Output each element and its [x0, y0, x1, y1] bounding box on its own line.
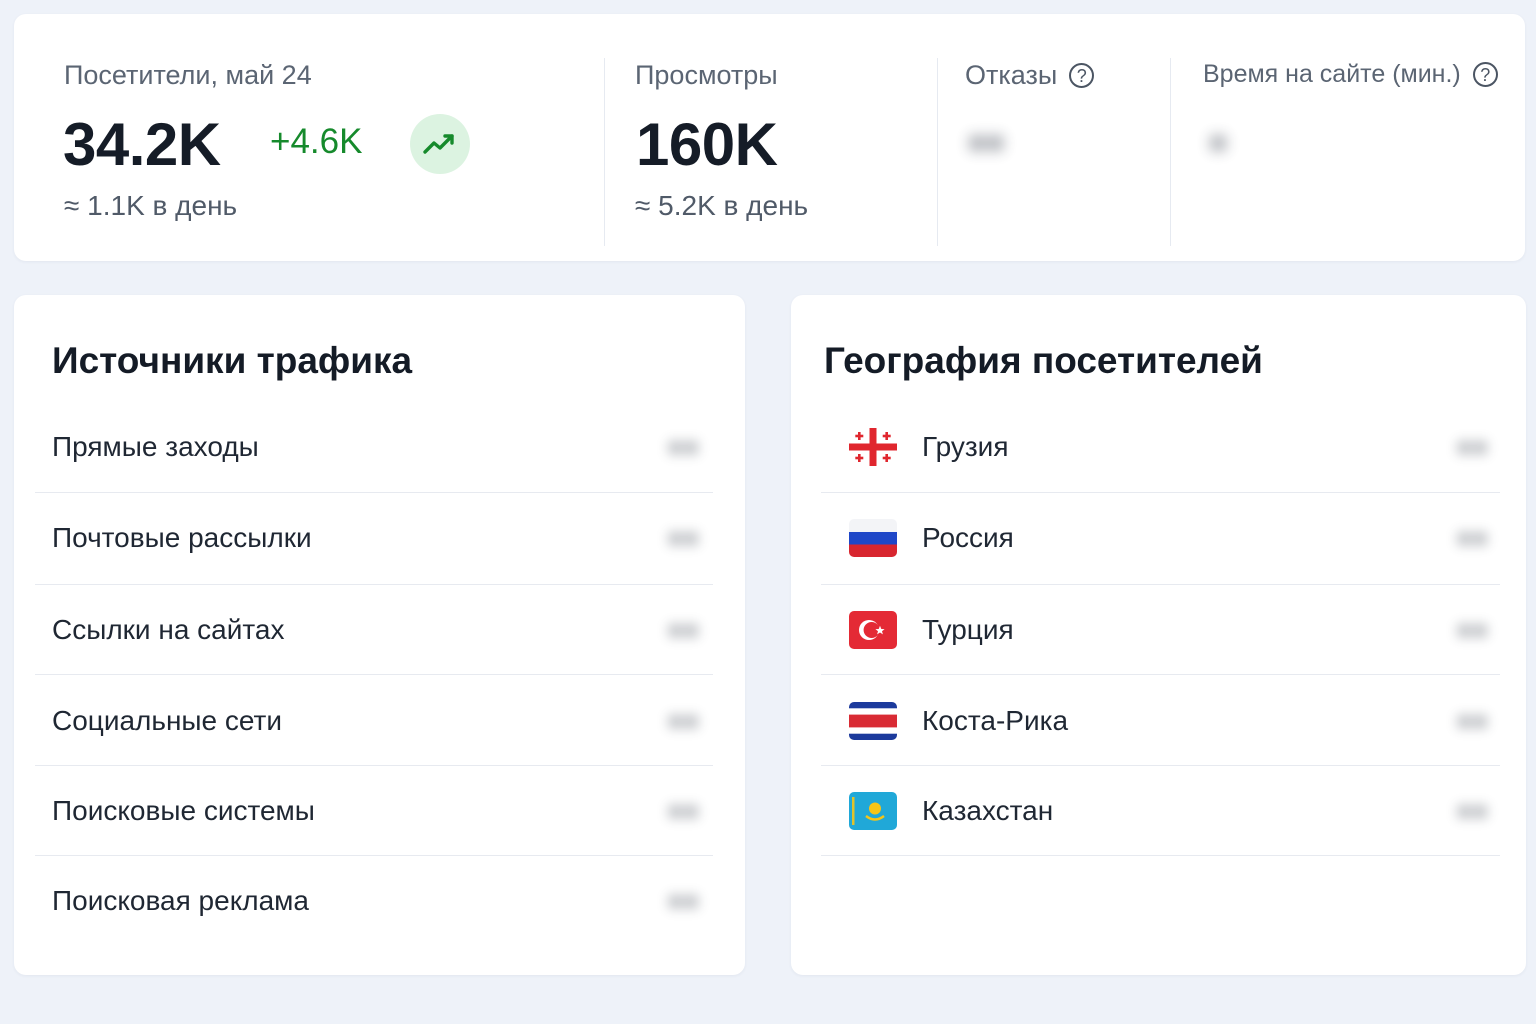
geo-value-redacted: ■■ — [1456, 795, 1488, 826]
traffic-source-label: Социальные сети — [52, 705, 283, 736]
geography-title: География посетителей — [824, 340, 1263, 381]
traffic-source-row[interactable]: Поисковая реклама ■■ — [35, 856, 713, 946]
traffic-source-value-redacted: ■■ — [667, 795, 699, 826]
traffic-source-label: Поисковые системы — [52, 795, 315, 826]
geo-row[interactable]: Коста-Рика ■■ — [821, 676, 1500, 766]
geo-value-redacted: ■■ — [1456, 522, 1488, 553]
traffic-source-row[interactable]: Социальные сети ■■ — [35, 676, 713, 766]
visitors-value: 34.2K — [63, 111, 221, 178]
traffic-source-row[interactable]: Поисковые системы ■■ — [35, 766, 713, 856]
time-on-site-label: Время на сайте (мин.) ? — [1203, 60, 1498, 89]
row-divider — [35, 674, 713, 675]
traffic-sources-title: Источники трафика — [52, 340, 413, 381]
views-value: 160K — [636, 111, 778, 178]
geo-row[interactable]: Грузия ■■ — [821, 402, 1500, 492]
question-circle-icon[interactable]: ? — [1069, 63, 1095, 88]
bounces-label: Отказы ? — [965, 60, 1095, 91]
traffic-source-label: Поисковая реклама — [52, 885, 309, 916]
visitors-per-day: ≈ 1.1K в день — [64, 190, 238, 221]
geo-country-label: Казахстан — [922, 795, 1054, 826]
views-label: Просмотры — [635, 60, 778, 90]
geo-country-label: Турция — [922, 614, 1014, 645]
geo-row[interactable]: Россия ■■ — [821, 493, 1500, 583]
russia-flag-icon — [849, 519, 897, 557]
question-circle-icon[interactable]: ? — [1472, 62, 1498, 87]
time-on-site-label-text: Время на сайте (мин.) — [1203, 60, 1461, 88]
bounces-label-text: Отказы — [965, 60, 1058, 90]
visitors-label: Посетители, май 24 — [64, 60, 312, 90]
geo-value-redacted: ■■ — [1456, 431, 1488, 462]
geo-row[interactable]: Турция ■■ — [821, 585, 1500, 675]
geo-country-label: Коста-Рика — [922, 705, 1069, 736]
geo-value-redacted: ■■ — [1456, 705, 1488, 736]
costa-rica-flag-icon — [849, 702, 897, 740]
traffic-source-value-redacted: ■■ — [667, 705, 699, 736]
traffic-source-label: Почтовые рассылки — [52, 522, 312, 553]
kazakhstan-flag-icon — [849, 792, 897, 830]
traffic-source-label: Прямые заходы — [52, 431, 259, 462]
geo-country-label: Россия — [922, 522, 1014, 553]
row-divider — [821, 855, 1500, 856]
traffic-source-row[interactable]: Прямые заходы ■■ — [35, 402, 713, 492]
stat-visitors[interactable]: Посетители, май 24 34.2K +4.6K ≈ 1.1K в … — [14, 14, 604, 261]
georgia-flag-icon — [849, 428, 897, 466]
stat-time-on-site[interactable]: Время на сайте (мин.) ? ■ — [1171, 14, 1525, 261]
trending-up-icon — [410, 114, 470, 174]
row-divider — [821, 674, 1500, 675]
stat-bounces[interactable]: Отказы ? ■■ — [938, 14, 1170, 261]
traffic-source-value-redacted: ■■ — [667, 431, 699, 462]
stat-views[interactable]: Просмотры 160K ≈ 5.2K в день — [605, 14, 937, 261]
views-per-day: ≈ 5.2K в день — [635, 190, 809, 221]
geo-value-redacted: ■■ — [1456, 614, 1488, 645]
stats-card: Посетители, май 24 34.2K +4.6K ≈ 1.1K в … — [14, 14, 1525, 261]
traffic-source-value-redacted: ■■ — [667, 885, 699, 916]
turkey-flag-icon — [849, 611, 897, 649]
traffic-source-row[interactable]: Почтовые рассылки ■■ — [35, 493, 713, 583]
bounces-value-redacted: ■■ — [968, 126, 1005, 159]
visitors-delta: +4.6K — [270, 122, 363, 161]
traffic-source-value-redacted: ■■ — [667, 522, 699, 553]
traffic-source-label: Ссылки на сайтах — [52, 614, 285, 645]
traffic-source-row[interactable]: Ссылки на сайтах ■■ — [35, 585, 713, 675]
geo-country-label: Грузия — [922, 431, 1009, 462]
geo-row[interactable]: Казахстан ■■ — [821, 766, 1500, 856]
traffic-source-value-redacted: ■■ — [667, 614, 699, 645]
time-on-site-value-redacted: ■ — [1209, 126, 1228, 159]
